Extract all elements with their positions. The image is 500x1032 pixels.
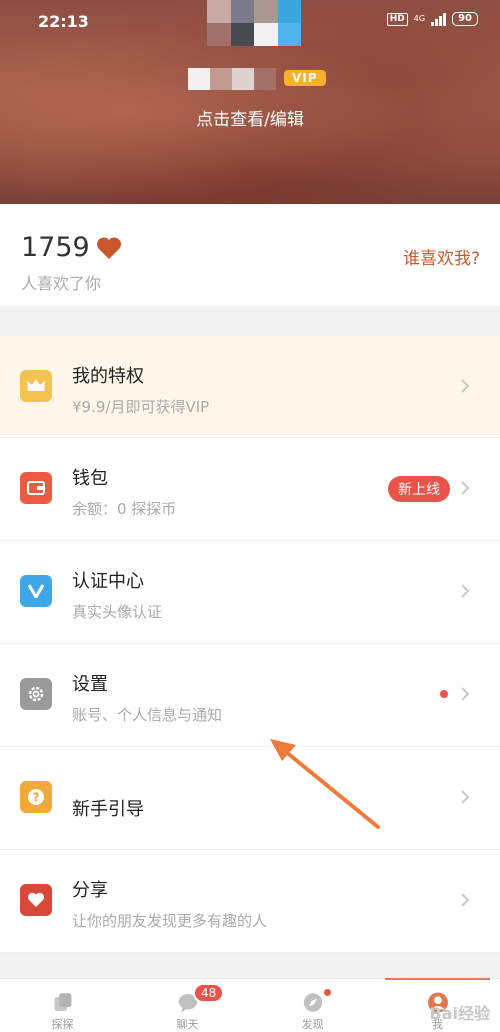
heart-icon xyxy=(20,884,52,916)
chevron-right-icon xyxy=(460,480,470,496)
menu-item-title: 分享 xyxy=(72,880,108,901)
likes-section: 1759 人喜欢了你 谁喜欢我? xyxy=(0,204,500,306)
menu-item-verification[interactable]: 认证中心 真实头像认证 xyxy=(0,541,500,644)
menu-item-title: 新手引导 xyxy=(72,799,144,820)
who-likes-me-link[interactable]: 谁喜欢我? xyxy=(403,244,480,269)
notification-dot xyxy=(440,690,448,698)
menu-item-title: 我的特权 xyxy=(72,366,144,387)
avatar-mosaic[interactable] xyxy=(207,0,301,46)
help-icon: ? xyxy=(20,781,52,813)
network-type: 4G xyxy=(413,14,426,23)
discover-notification-dot xyxy=(322,987,333,998)
menu-item-title: 认证中心 xyxy=(72,571,144,592)
menu-item-title: 设置 xyxy=(72,674,108,695)
menu-item-privileges[interactable]: 我的特权 ¥9.9/月即可获得VIP xyxy=(0,336,500,438)
username-mosaic xyxy=(188,68,276,90)
menu-item-settings[interactable]: 设置 账号、个人信息与通知 xyxy=(0,644,500,747)
menu-item-subtitle: 真实头像认证 xyxy=(72,603,163,621)
view-edit-link[interactable]: 点击查看/编辑 xyxy=(0,105,500,130)
chevron-right-icon xyxy=(460,686,470,702)
gear-icon xyxy=(20,678,52,710)
menu-item-wallet[interactable]: 钱包 余额：0 探探币 新上线 xyxy=(0,438,500,541)
nav-label: 探探 xyxy=(51,1018,74,1031)
menu-item-subtitle: 余额：0 探探币 xyxy=(72,500,177,518)
status-time: 22:13 xyxy=(38,12,89,31)
nav-tab-tantan[interactable]: 探探 xyxy=(0,979,125,1032)
like-count-number: 1759 xyxy=(21,232,90,263)
signal-icon xyxy=(431,12,447,26)
nav-label: 聊天 xyxy=(176,1018,199,1031)
nav-tab-chat[interactable]: 48 聊天 xyxy=(125,979,250,1032)
hd-icon: HD xyxy=(386,12,408,26)
nav-tab-discover[interactable]: 发现 xyxy=(250,979,375,1032)
profile-header[interactable]: 22:13 HD 4G 90 VIP 点击查看/编辑 xyxy=(0,0,500,204)
settings-menu: 我的特权 ¥9.9/月即可获得VIP 钱包 余额：0 探探币 新上线 认证中心 … xyxy=(0,336,500,953)
menu-item-subtitle: 账号、个人信息与通知 xyxy=(72,706,223,724)
chevron-right-icon xyxy=(460,583,470,599)
chat-unread-badge: 48 xyxy=(193,983,225,1003)
bottom-navigation: 探探 48 聊天 发现 我 Bai经验 xyxy=(0,978,500,1032)
chevron-right-icon xyxy=(460,892,470,908)
nav-label: 发现 xyxy=(301,1018,324,1031)
vip-badge: VIP xyxy=(284,70,326,86)
svg-text:?: ? xyxy=(33,791,40,805)
menu-item-beginner-guide[interactable]: ? 新手引导 xyxy=(0,747,500,850)
wallet-icon xyxy=(20,472,52,504)
menu-item-share[interactable]: 分享 让你的朋友发现更多有趣的人 xyxy=(0,850,500,953)
new-badge: 新上线 xyxy=(388,476,450,502)
verify-icon xyxy=(20,575,52,607)
chevron-right-icon xyxy=(460,789,470,805)
cards-icon xyxy=(54,993,71,1011)
chevron-right-icon xyxy=(460,378,470,394)
battery-icon: 90 xyxy=(452,12,478,26)
heart-icon xyxy=(96,236,122,260)
menu-item-subtitle: ¥9.9/月即可获得VIP xyxy=(72,398,210,416)
status-icons: HD 4G 90 xyxy=(386,12,478,26)
annotation-arrow-icon xyxy=(270,739,380,829)
menu-item-subtitle: 让你的朋友发现更多有趣的人 xyxy=(72,912,268,930)
like-subtitle: 人喜欢了你 xyxy=(21,274,102,293)
like-count: 1759 xyxy=(21,232,122,263)
baidu-watermark: Bai经验 xyxy=(429,1004,490,1023)
menu-item-title: 钱包 xyxy=(72,468,108,489)
crown-icon xyxy=(20,370,52,402)
